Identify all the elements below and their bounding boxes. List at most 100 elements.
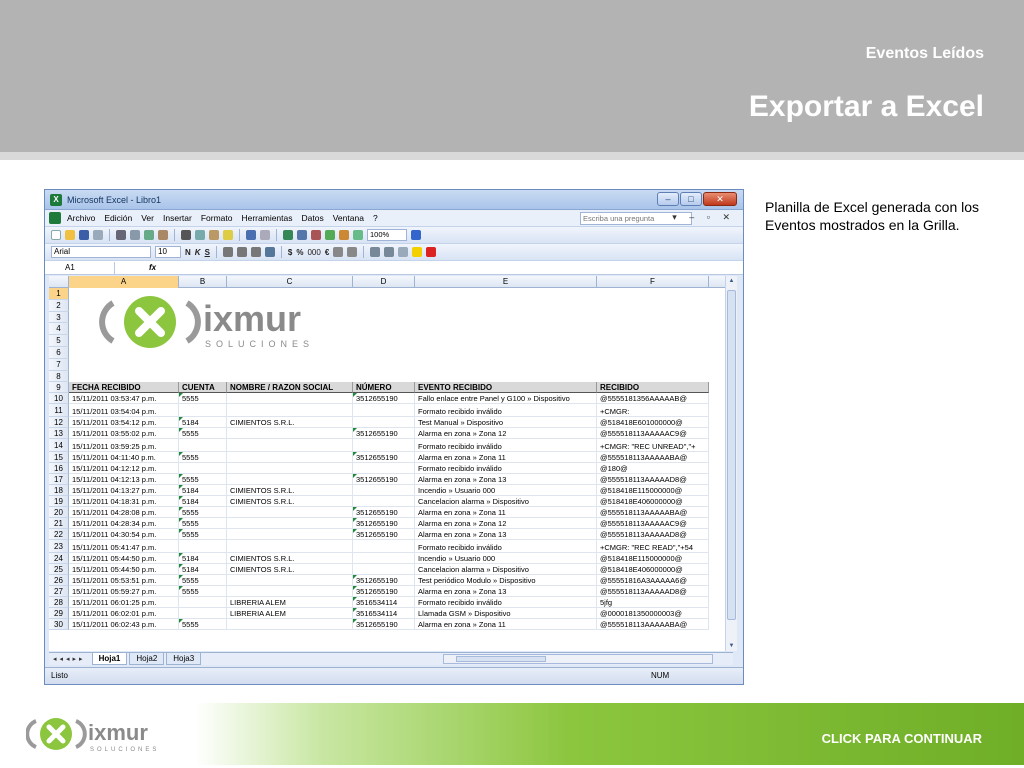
borders-icon[interactable] bbox=[398, 247, 409, 257]
spelling-icon[interactable] bbox=[144, 230, 154, 240]
redo-icon[interactable] bbox=[260, 230, 270, 240]
table-cell[interactable]: 15/11/2011 06:02:43 p.m. bbox=[69, 619, 179, 631]
row-header[interactable]: 14 bbox=[49, 439, 69, 453]
table-cell[interactable] bbox=[179, 540, 227, 554]
horizontal-scrollbar[interactable] bbox=[443, 654, 713, 664]
workbook-icon[interactable] bbox=[49, 212, 61, 224]
row-header[interactable]: 13 bbox=[49, 428, 69, 440]
decrease-decimal-icon[interactable] bbox=[347, 247, 358, 257]
table-cell[interactable]: 3512655190 bbox=[353, 474, 415, 486]
sheet-nav-arrows[interactable]: ◂◂◂▸▸ bbox=[53, 655, 86, 663]
table-cell[interactable] bbox=[227, 474, 353, 486]
table-cell[interactable]: 15/11/2011 03:59:25 p.m. bbox=[69, 439, 179, 453]
table-cell[interactable]: Cancelacion alarma » Dispositivo bbox=[415, 564, 597, 576]
table-cell[interactable] bbox=[227, 393, 353, 405]
row-header[interactable]: 10 bbox=[49, 393, 69, 405]
table-cell[interactable]: 15/11/2011 04:12:13 p.m. bbox=[69, 474, 179, 486]
table-cell[interactable]: Alarma en zona » Zona 11 bbox=[415, 507, 597, 519]
scroll-down-icon[interactable]: ▼ bbox=[726, 643, 737, 649]
table-cell[interactable] bbox=[227, 619, 353, 631]
column-header-b[interactable]: B bbox=[179, 276, 227, 288]
table-cell[interactable]: 15/11/2011 05:53:51 p.m. bbox=[69, 575, 179, 587]
menu-ayuda[interactable]: ? bbox=[373, 213, 378, 223]
print-preview-icon[interactable] bbox=[130, 230, 140, 240]
table-cell[interactable]: Incendio » Usuario 000 bbox=[415, 485, 597, 497]
row-header[interactable]: 26 bbox=[49, 575, 69, 587]
table-cell[interactable] bbox=[227, 575, 353, 587]
table-cell[interactable] bbox=[179, 439, 227, 453]
minimize-button[interactable]: – bbox=[657, 192, 679, 206]
table-cell[interactable] bbox=[179, 463, 227, 475]
increase-decimal-icon[interactable] bbox=[333, 247, 344, 257]
permission-icon[interactable] bbox=[93, 230, 103, 240]
table-cell[interactable]: 3512655190 bbox=[353, 428, 415, 440]
table-header-cell[interactable]: FECHA RECIBIDO bbox=[69, 382, 179, 394]
table-cell[interactable]: @518418E406000000@ bbox=[597, 496, 709, 508]
table-cell[interactable]: 5555 bbox=[179, 586, 227, 598]
table-cell[interactable]: @518418E115000000@ bbox=[597, 485, 709, 497]
column-header-e[interactable]: E bbox=[415, 276, 597, 288]
align-center-icon[interactable] bbox=[236, 247, 247, 257]
save-icon[interactable] bbox=[79, 230, 89, 240]
table-cell[interactable]: 15/11/2011 05:59:27 p.m. bbox=[69, 586, 179, 598]
sort-ascending-icon[interactable] bbox=[311, 230, 321, 240]
continue-button[interactable]: CLICK PARA CONTINUAR bbox=[822, 731, 982, 746]
table-cell[interactable]: 3512655190 bbox=[353, 575, 415, 587]
table-cell[interactable]: CIMIENTOS S.R.L. bbox=[227, 417, 353, 429]
table-cell[interactable] bbox=[353, 404, 415, 418]
table-cell[interactable]: @555518113AAAAABA@ bbox=[597, 507, 709, 519]
table-cell[interactable]: Cancelacion alarma » Dispositivo bbox=[415, 496, 597, 508]
table-cell[interactable]: 5184 bbox=[179, 417, 227, 429]
row-header[interactable]: 29 bbox=[49, 608, 69, 620]
table-cell[interactable]: 15/11/2011 04:13:27 p.m. bbox=[69, 485, 179, 497]
table-cell[interactable]: Alarma en zona » Zona 12 bbox=[415, 428, 597, 440]
row-header[interactable]: 18 bbox=[49, 485, 69, 497]
increase-indent-icon[interactable] bbox=[384, 247, 395, 257]
table-cell[interactable]: Formato recibido inválido bbox=[415, 463, 597, 475]
hyperlink-icon[interactable] bbox=[283, 230, 293, 240]
menu-ver[interactable]: Ver bbox=[141, 213, 154, 223]
font-name-select[interactable]: Arial bbox=[51, 246, 151, 258]
align-left-icon[interactable] bbox=[222, 247, 233, 257]
column-header-f[interactable]: F bbox=[597, 276, 709, 288]
table-cell[interactable]: 5555 bbox=[179, 507, 227, 519]
table-cell[interactable] bbox=[353, 564, 415, 576]
table-cell[interactable]: 5555 bbox=[179, 474, 227, 486]
document-window-controls[interactable]: ▾ – ▫ ✕ bbox=[672, 212, 735, 223]
table-cell[interactable]: @555518113AAAAAC9@ bbox=[597, 428, 709, 440]
table-cell[interactable]: 15/11/2011 04:12:12 p.m. bbox=[69, 463, 179, 475]
table-cell[interactable]: @555518113AAAAAD8@ bbox=[597, 586, 709, 598]
table-cell[interactable]: Formato recibido inválido bbox=[415, 540, 597, 554]
table-cell[interactable]: 5184 bbox=[179, 564, 227, 576]
table-cell[interactable]: Test Manual » Dispositivo bbox=[415, 417, 597, 429]
menu-ventana[interactable]: Ventana bbox=[333, 213, 364, 223]
row-header[interactable]: 6 bbox=[49, 347, 69, 359]
row-header[interactable]: 22 bbox=[49, 529, 69, 541]
table-cell[interactable]: Test periódico Modulo » Dispositivo bbox=[415, 575, 597, 587]
table-cell[interactable] bbox=[227, 586, 353, 598]
menu-archivo[interactable]: Archivo bbox=[67, 213, 95, 223]
row-header[interactable]: 30 bbox=[49, 619, 69, 631]
table-cell[interactable]: 3516534114 bbox=[353, 608, 415, 620]
table-cell[interactable]: Alarma en zona » Zona 12 bbox=[415, 518, 597, 530]
table-cell[interactable] bbox=[227, 439, 353, 453]
row-header[interactable]: 23 bbox=[49, 540, 69, 554]
table-cell[interactable]: 15/11/2011 04:30:54 p.m. bbox=[69, 529, 179, 541]
table-cell[interactable]: CIMIENTOS S.R.L. bbox=[227, 564, 353, 576]
table-cell[interactable] bbox=[227, 428, 353, 440]
table-cell[interactable]: @0000181350000003@ bbox=[597, 608, 709, 620]
menu-formato[interactable]: Formato bbox=[201, 213, 233, 223]
table-cell[interactable]: 15/11/2011 03:55:02 p.m. bbox=[69, 428, 179, 440]
table-cell[interactable]: 3512655190 bbox=[353, 507, 415, 519]
table-cell[interactable] bbox=[353, 553, 415, 565]
table-cell[interactable]: 15/11/2011 04:28:34 p.m. bbox=[69, 518, 179, 530]
row-header[interactable]: 19 bbox=[49, 496, 69, 508]
undo-icon[interactable] bbox=[246, 230, 256, 240]
table-cell[interactable] bbox=[179, 597, 227, 609]
table-cell[interactable]: 15/11/2011 05:41:47 p.m. bbox=[69, 540, 179, 554]
drawing-icon[interactable] bbox=[353, 230, 363, 240]
table-cell[interactable] bbox=[353, 485, 415, 497]
euro-button[interactable]: € bbox=[325, 248, 329, 257]
row-header[interactable]: 12 bbox=[49, 417, 69, 429]
row-header[interactable]: 17 bbox=[49, 474, 69, 486]
